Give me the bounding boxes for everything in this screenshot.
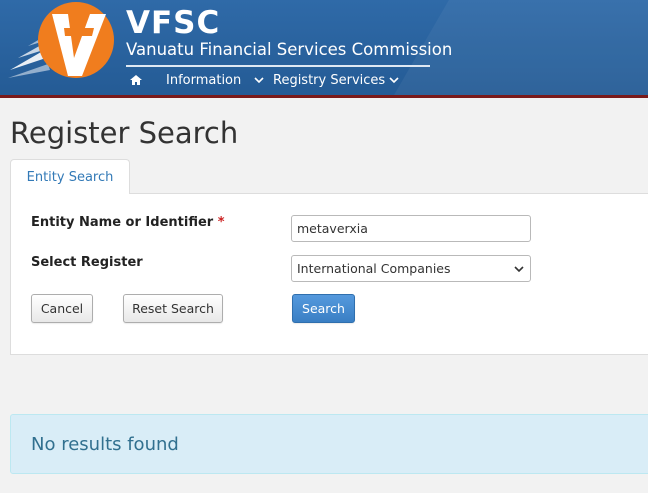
reset-search-button[interactable]: Reset Search [123,294,223,323]
cancel-button[interactable]: Cancel [31,294,93,323]
register-select-value: International Companies [297,261,451,276]
site-header: VFSC Vanuatu Financial Services Commissi… [0,0,648,96]
nav-item-registry-services[interactable]: Registry Services [273,73,385,88]
brand-subtitle: Vanuatu Financial Services Commission [126,40,453,59]
vfsc-logo[interactable] [8,0,118,82]
home-icon[interactable] [130,74,142,86]
tab-entity-search[interactable]: Entity Search [10,159,130,195]
nav-item-information[interactable]: Information [166,73,241,88]
header-border [0,95,648,98]
brand-name: VFSC [126,5,221,41]
select-register-label: Select Register [31,255,143,270]
entity-name-label-text: Entity Name or Identifier [31,215,214,230]
chevron-down-icon[interactable] [389,76,399,84]
search-button[interactable]: Search [292,294,355,323]
entity-name-input[interactable] [291,215,531,242]
chevron-down-icon [514,266,524,273]
brand-divider [126,65,430,67]
register-select[interactable]: International Companies [291,255,531,282]
required-marker: * [217,215,225,230]
no-results-alert: No results found [10,414,648,474]
page-title: Register Search [10,116,239,150]
chevron-down-icon[interactable] [254,76,264,84]
entity-name-label: Entity Name or Identifier * [31,215,225,230]
